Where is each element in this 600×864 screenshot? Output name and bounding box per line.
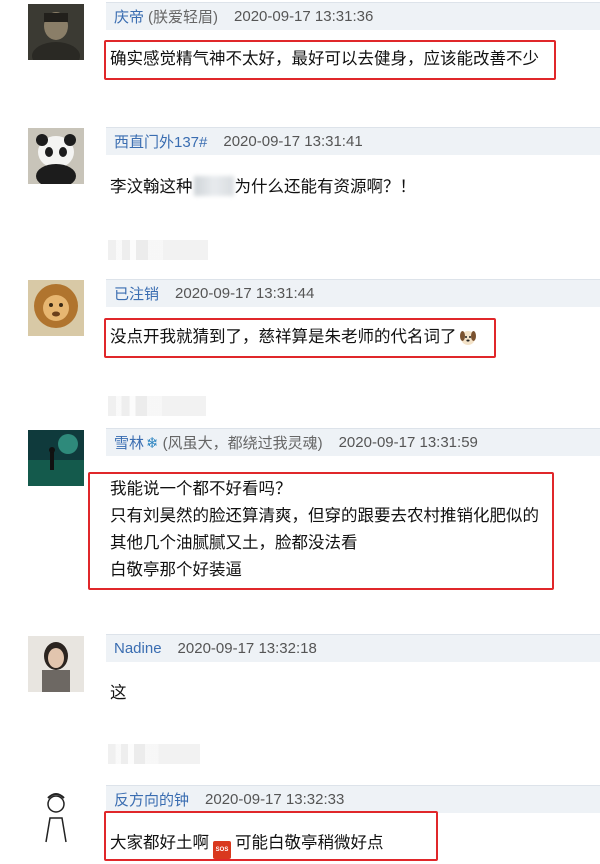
- avatar[interactable]: [28, 4, 84, 60]
- timestamp: 2020-09-17 13:32:18: [177, 640, 317, 657]
- username-link[interactable]: 反方向的钟: [114, 789, 189, 810]
- comment-meta: 雪林 ❄ (风虽大，都绕过我灵魂) 2020-09-17 13:31:59: [106, 428, 600, 456]
- comment-text: 确实感觉精气神不太好，最好可以去健身，应该能改善不少: [110, 50, 539, 68]
- username-link[interactable]: 西直门外137#: [114, 131, 207, 152]
- separator-faint: [108, 396, 206, 416]
- comment-meta: 庆帝 (朕爱轻眉) 2020-09-17 13:31:36: [106, 2, 600, 30]
- comment-text: 这: [110, 684, 127, 702]
- user-note: (风虽大，都绕过我灵魂): [162, 435, 323, 452]
- sos-emoji-icon: SOS: [213, 841, 231, 859]
- dog-emoji-icon: [459, 328, 477, 355]
- username-link[interactable]: Nadine: [114, 640, 162, 657]
- comment-text: 大家都好土啊 SOS 可能白敬亭稍微好点: [110, 830, 384, 859]
- comment-meta: 已注销 2020-09-17 13:31:44: [106, 279, 600, 307]
- separator-faint: [108, 240, 208, 260]
- timestamp: 2020-09-17 13:32:33: [205, 791, 345, 808]
- comment-meta: 西直门外137# 2020-09-17 13:31:41: [106, 127, 600, 155]
- comment-meta: Nadine 2020-09-17 13:32:18: [106, 634, 600, 662]
- comment-line: 白敬亭那个好装逼: [110, 561, 242, 579]
- user-note: (朕爱轻眉): [148, 9, 219, 26]
- comment-line: 只有刘昊然的脸还算清爽，但穿的跟要去农村推销化肥似的: [110, 507, 539, 525]
- avatar[interactable]: [28, 636, 84, 692]
- avatar[interactable]: [28, 430, 84, 486]
- comment-text-part: 李汶翰这种: [110, 178, 193, 196]
- username-link[interactable]: 庆帝: [114, 6, 144, 27]
- separator-faint: [108, 744, 200, 764]
- comment-text: 李汶翰这种 为什么还能有资源啊？！: [110, 174, 416, 201]
- comment-text: 我能说一个都不好看吗？ 只有刘昊然的脸还算清爽，但穿的跟要去农村推销化肥似的 其…: [110, 476, 539, 584]
- comment-text: 没点开我就猜到了，慈祥算是朱老师的代名词了: [110, 324, 477, 355]
- comment-text-part: 可能白敬亭稍微好点: [235, 834, 384, 852]
- comment-text-part: 为什么还能有资源啊？！: [234, 178, 417, 196]
- comment-line: 其他几个油腻腻又土，脸都没法看: [110, 534, 358, 552]
- timestamp: 2020-09-17 13:31:59: [338, 434, 478, 451]
- comment-line: 我能说一个都不好看吗？: [110, 480, 292, 498]
- timestamp: 2020-09-17 13:31:36: [234, 8, 374, 25]
- avatar[interactable]: [28, 128, 84, 184]
- comment-text-part: 大家都好土啊: [110, 834, 209, 852]
- username-link[interactable]: 已注销: [114, 283, 159, 304]
- timestamp: 2020-09-17 13:31:41: [223, 133, 363, 150]
- blurred-text: [193, 176, 234, 196]
- comment-text-part: 没点开我就猜到了，慈祥算是朱老师的代名词了: [110, 328, 457, 346]
- snowflake-icon: ❄: [146, 434, 159, 452]
- username-link[interactable]: 雪林: [114, 432, 144, 453]
- avatar[interactable]: [28, 788, 84, 844]
- comment-meta: 反方向的钟 2020-09-17 13:32:33: [106, 785, 600, 813]
- timestamp: 2020-09-17 13:31:44: [175, 285, 315, 302]
- avatar[interactable]: [28, 280, 84, 336]
